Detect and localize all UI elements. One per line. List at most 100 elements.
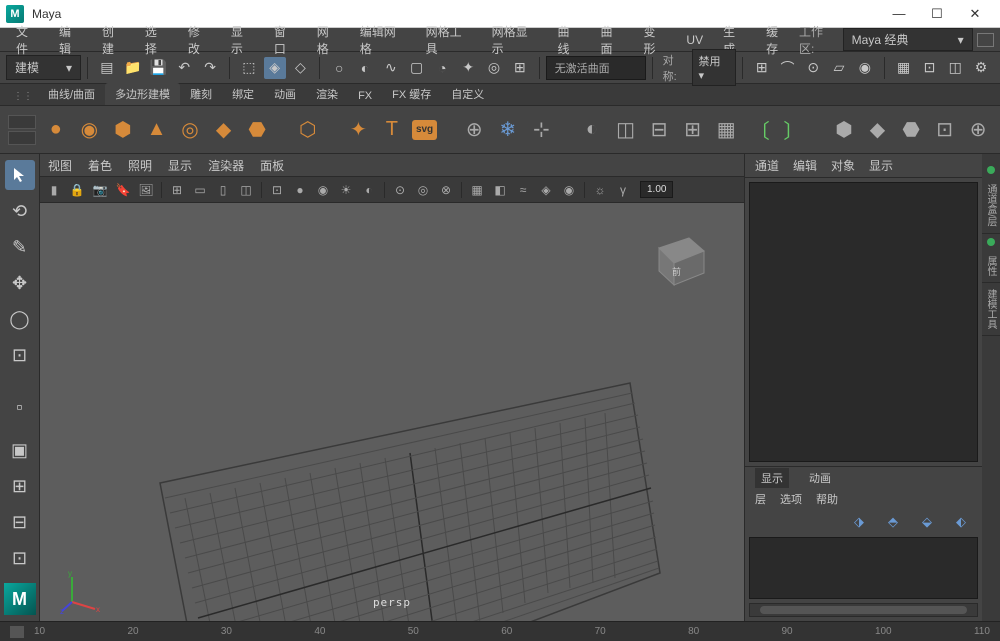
wireframe-icon[interactable]: ⊡: [267, 180, 287, 200]
shelf-options-icon[interactable]: ⋮⋮: [8, 87, 38, 105]
paint-select-tool[interactable]: ✎: [5, 232, 35, 262]
minimize-button[interactable]: —: [880, 1, 918, 27]
center-icon[interactable]: ⊹: [528, 115, 556, 145]
bevel-icon[interactable]: ◆: [864, 115, 892, 145]
multisample-icon[interactable]: ◈: [536, 180, 556, 200]
shelf-tab-rigging[interactable]: 绑定: [222, 83, 264, 105]
combine-icon[interactable]: ◐: [578, 115, 606, 145]
poly-cylinder-icon[interactable]: ⬢: [109, 115, 137, 145]
layout-two-icon[interactable]: ⊟: [5, 507, 35, 537]
boolean-icon[interactable]: ⊟: [645, 115, 673, 145]
mask-surface-icon[interactable]: ▢: [406, 57, 428, 79]
menu-display[interactable]: 显示: [221, 23, 264, 57]
camera-attrs-icon[interactable]: 📷: [90, 180, 110, 200]
shelf-tab-animation[interactable]: 动画: [264, 83, 306, 105]
poly-cone-icon[interactable]: ▲: [143, 115, 171, 145]
menu-surfaces[interactable]: 曲面: [590, 23, 633, 57]
rotate-tool[interactable]: ◯: [5, 304, 35, 334]
menu-mesh[interactable]: 网格: [307, 23, 350, 57]
dof-icon[interactable]: ◉: [559, 180, 579, 200]
last-tool[interactable]: ▫: [5, 392, 35, 422]
side-tab-attributes[interactable]: 属性: [982, 250, 1000, 283]
select-camera-icon[interactable]: ▮: [44, 180, 64, 200]
layer-list[interactable]: [749, 537, 978, 599]
snap-live-icon[interactable]: ◉: [854, 57, 876, 79]
close-button[interactable]: ✕: [956, 1, 994, 27]
mask-render-icon[interactable]: ◎: [483, 57, 505, 79]
mirror-icon[interactable]: ⊞: [679, 115, 707, 145]
gamma-icon[interactable]: γ: [613, 180, 633, 200]
cb-object[interactable]: 对象: [831, 157, 855, 174]
viewport-3d[interactable]: 前 y x z persp: [40, 203, 744, 621]
shelf-tab-curves[interactable]: 曲线/曲面: [38, 83, 105, 105]
cb-channels[interactable]: 通道: [755, 157, 779, 174]
freeze-icon[interactable]: ❄: [494, 115, 522, 145]
mask-misc-icon[interactable]: ⊞: [509, 57, 531, 79]
bridge-icon[interactable]: ⬣: [897, 115, 925, 145]
layer-tab-anim[interactable]: 动画: [803, 468, 837, 488]
render-view-icon[interactable]: ▦: [893, 57, 915, 79]
menu-edit[interactable]: 编辑: [49, 23, 92, 57]
channelbox-content[interactable]: [749, 182, 978, 462]
open-scene-icon[interactable]: 📁: [122, 57, 144, 79]
undo-icon[interactable]: ↶: [173, 57, 195, 79]
exposure-icon[interactable]: ☼: [590, 180, 610, 200]
shelf-tab-rendering[interactable]: 渲染: [306, 83, 348, 105]
menu-select[interactable]: 选择: [135, 23, 178, 57]
menu-cache[interactable]: 缓存: [756, 23, 799, 57]
grid-toggle-icon[interactable]: ⊞: [167, 180, 187, 200]
panel-menu-view[interactable]: 视图: [48, 157, 72, 174]
layout-single-icon[interactable]: ▣: [5, 435, 35, 465]
layer-new-empty-icon[interactable]: ⬙: [922, 514, 938, 528]
layer-menu-help[interactable]: 帮助: [816, 491, 838, 507]
lasso-tool[interactable]: ⟲: [5, 196, 35, 226]
panel-menu-renderer[interactable]: 渲染器: [208, 157, 244, 174]
extrude-icon[interactable]: ⬢: [830, 115, 858, 145]
snap-grid-icon[interactable]: ⊞: [751, 57, 773, 79]
menu-windows[interactable]: 窗口: [264, 23, 307, 57]
redo-icon[interactable]: ↷: [199, 57, 221, 79]
cb-edit[interactable]: 编辑: [793, 157, 817, 174]
textured-icon[interactable]: ◉: [313, 180, 333, 200]
menu-file[interactable]: 文件: [6, 23, 49, 57]
poly-sphere-icon[interactable]: ●: [42, 115, 70, 145]
select-object-icon[interactable]: ◈: [264, 57, 286, 79]
mask-handle-icon[interactable]: ○: [328, 57, 350, 79]
panel-menu-panels[interactable]: 面板: [260, 157, 284, 174]
layer-new-selected-icon[interactable]: ⬖: [956, 514, 972, 528]
scale-tool[interactable]: ⊡: [5, 340, 35, 370]
layer-move-down-icon[interactable]: ⬘: [888, 514, 904, 528]
poly-star-icon[interactable]: ✦: [345, 115, 373, 145]
vp2-icon[interactable]: ▦: [467, 180, 487, 200]
isolate-icon[interactable]: ⊙: [390, 180, 410, 200]
layer-scrollbar[interactable]: [749, 603, 978, 617]
active-surface-field[interactable]: 无激活曲面: [546, 56, 646, 80]
view-cube[interactable]: 前: [644, 223, 714, 293]
shelf-edit-handle[interactable]: [8, 115, 36, 145]
append-icon[interactable]: ⊕: [964, 115, 992, 145]
bracket-left-icon[interactable]: 〔: [746, 115, 774, 145]
select-component-icon[interactable]: ◇: [290, 57, 312, 79]
lights-icon[interactable]: ☀: [336, 180, 356, 200]
maximize-button[interactable]: ☐: [918, 1, 956, 27]
shelf-tab-sculpt[interactable]: 雕刻: [180, 83, 222, 105]
resolution-gate-icon[interactable]: ▯: [213, 180, 233, 200]
select-hierarchy-icon[interactable]: ⬚: [238, 57, 260, 79]
smooth-icon[interactable]: ▦: [712, 115, 740, 145]
bracket-right-icon[interactable]: 〕: [780, 115, 808, 145]
menu-create[interactable]: 创建: [92, 23, 135, 57]
menu-meshtools[interactable]: 网格工具: [416, 23, 482, 57]
menu-modify[interactable]: 修改: [178, 23, 221, 57]
mask-dynamic-icon[interactable]: ✦: [457, 57, 479, 79]
layout-custom-icon[interactable]: ⊡: [5, 543, 35, 573]
platonic-icon[interactable]: ⬡: [294, 115, 322, 145]
panel-menu-shading[interactable]: 着色: [88, 157, 112, 174]
save-scene-icon[interactable]: 💾: [148, 57, 170, 79]
shaded-icon[interactable]: ●: [290, 180, 310, 200]
motion-blur-icon[interactable]: ≈: [513, 180, 533, 200]
ao-icon[interactable]: ◧: [490, 180, 510, 200]
poly-torus-icon[interactable]: ◎: [176, 115, 204, 145]
xray-icon[interactable]: ◎: [413, 180, 433, 200]
poly-type-icon[interactable]: T: [378, 115, 406, 145]
render-frame-icon[interactable]: ⊡: [919, 57, 941, 79]
